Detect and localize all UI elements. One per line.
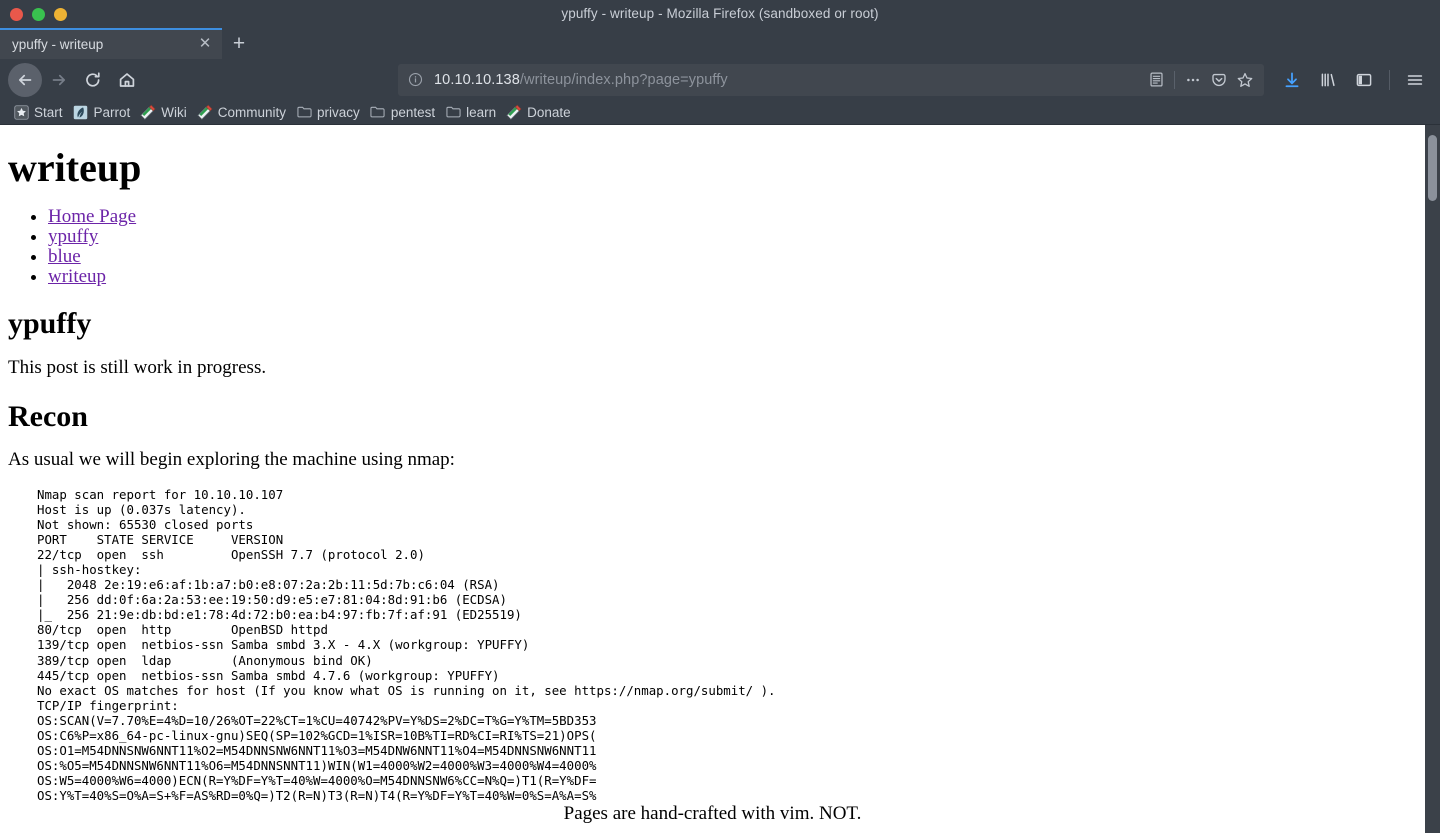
app-menu-button[interactable] bbox=[1398, 63, 1432, 97]
bookmark-parrot[interactable]: Parrot bbox=[70, 101, 138, 123]
reader-view-icon bbox=[1149, 72, 1163, 87]
window-titlebar: ypuffy - writeup - Mozilla Firefox (sand… bbox=[0, 0, 1440, 28]
bookmark-label: Wiki bbox=[161, 104, 187, 120]
browser-window: ypuffy - writeup - Mozilla Firefox (sand… bbox=[0, 0, 1440, 833]
section-heading-ypuffy: ypuffy bbox=[8, 307, 92, 340]
page-title: writeup bbox=[8, 145, 142, 190]
donate-icon bbox=[506, 104, 522, 120]
intro-paragraph: This post is still work in progress. bbox=[8, 356, 267, 378]
wiki-icon bbox=[140, 104, 156, 120]
bookmark-folder-privacy[interactable]: privacy bbox=[293, 101, 367, 123]
link-home-page[interactable]: Home Page bbox=[48, 206, 136, 227]
new-tab-button[interactable]: + bbox=[222, 28, 256, 59]
back-arrow-icon bbox=[18, 74, 32, 85]
back-button[interactable] bbox=[8, 62, 42, 97]
bookmark-star-button[interactable] bbox=[1232, 67, 1258, 93]
bookmark-community[interactable]: Community bbox=[194, 101, 293, 123]
star-icon bbox=[1237, 72, 1253, 87]
community-icon bbox=[197, 104, 213, 120]
toolbar-right-cluster bbox=[1275, 63, 1432, 97]
folder-icon bbox=[445, 104, 461, 120]
bookmark-wiki[interactable]: Wiki bbox=[137, 101, 194, 123]
hamburger-menu-icon bbox=[1407, 74, 1423, 85]
link-writeup[interactable]: writeup bbox=[48, 266, 106, 287]
link-blue[interactable]: blue bbox=[48, 246, 81, 267]
list-item: Home Page bbox=[48, 207, 1417, 226]
ellipsis-icon bbox=[1187, 78, 1199, 81]
bookmark-label: learn bbox=[466, 104, 497, 120]
parrot-icon bbox=[73, 104, 89, 120]
bookmark-label: Start bbox=[34, 104, 63, 120]
content-area: writeup Home Page ypuffy blue writeup yp… bbox=[0, 124, 1440, 833]
download-icon bbox=[1285, 72, 1299, 87]
urlbar-container: 10.10.10.138/writeup/index.php?page=ypuf… bbox=[154, 63, 1267, 97]
sidebar-icon bbox=[1356, 73, 1372, 86]
tab-strip: ypuffy - writeup ✕ + bbox=[0, 28, 1440, 59]
bookmark-donate[interactable]: Donate bbox=[503, 101, 578, 123]
star-bookmark-icon bbox=[13, 104, 29, 120]
page-footer: Pages are hand-crafted with vim. NOT. bbox=[563, 803, 862, 824]
bookmark-folder-pentest[interactable]: pentest bbox=[367, 101, 442, 123]
bookmark-folder-learn[interactable]: learn bbox=[442, 101, 503, 123]
tab-title: ypuffy - writeup bbox=[12, 37, 104, 52]
link-ypuffy[interactable]: ypuffy bbox=[48, 226, 98, 247]
section-heading-recon: Recon bbox=[8, 399, 88, 433]
vertical-scrollbar[interactable] bbox=[1425, 125, 1440, 833]
forward-arrow-icon bbox=[52, 74, 66, 85]
recon-paragraph: As usual we will begin exploring the mac… bbox=[8, 449, 455, 470]
library-icon bbox=[1321, 72, 1335, 86]
web-page: writeup Home Page ypuffy blue writeup yp… bbox=[0, 125, 1425, 833]
save-to-pocket-button[interactable] bbox=[1206, 67, 1232, 93]
bookmarks-toolbar: Start Parrot Wiki Community privacy pent… bbox=[0, 100, 1440, 124]
bookmark-label: Community bbox=[217, 104, 287, 120]
library-button[interactable] bbox=[1311, 63, 1345, 97]
reload-button[interactable] bbox=[76, 63, 110, 97]
info-circle-icon[interactable] bbox=[408, 72, 426, 87]
reader-view-button[interactable] bbox=[1143, 67, 1169, 93]
urlbar-divider bbox=[1174, 70, 1175, 89]
bookmark-label: pentest bbox=[390, 104, 436, 120]
reload-icon bbox=[86, 71, 100, 87]
url-host: 10.10.10.138 bbox=[434, 71, 520, 88]
url-path: /writeup/index.php?page=ypuffy bbox=[519, 71, 728, 88]
url-text[interactable]: 10.10.10.138/writeup/index.php?page=ypuf… bbox=[434, 72, 1143, 88]
window-title: ypuffy - writeup - Mozilla Firefox (sand… bbox=[561, 6, 879, 21]
identity-info-icon bbox=[408, 72, 423, 87]
downloads-button[interactable] bbox=[1275, 63, 1309, 97]
list-item: blue bbox=[48, 247, 1417, 266]
scrollbar-thumb[interactable] bbox=[1428, 135, 1437, 201]
pocket-icon bbox=[1212, 73, 1226, 86]
bookmark-label: privacy bbox=[317, 104, 360, 120]
toolbar-divider bbox=[1389, 69, 1390, 90]
home-button[interactable] bbox=[110, 63, 144, 97]
forward-button[interactable] bbox=[42, 63, 76, 97]
bookmark-label: Donate bbox=[527, 104, 571, 120]
tab-ypuffy-writeup[interactable]: ypuffy - writeup ✕ bbox=[0, 28, 222, 59]
list-item: writeup bbox=[48, 266, 1417, 287]
folder-icon bbox=[370, 104, 386, 120]
nmap-output-block: Nmap scan report for 10.10.10.107 Host i… bbox=[37, 487, 776, 803]
url-bar[interactable]: 10.10.10.138/writeup/index.php?page=ypuf… bbox=[398, 63, 1264, 96]
home-icon bbox=[119, 72, 135, 87]
close-tab-icon[interactable]: ✕ bbox=[196, 35, 214, 54]
page-nav-list: Home Page ypuffy blue writeup bbox=[8, 207, 1417, 286]
folder-icon bbox=[296, 104, 312, 120]
list-item: ypuffy bbox=[48, 227, 1417, 246]
navigation-toolbar: 10.10.10.138/writeup/index.php?page=ypuf… bbox=[0, 59, 1440, 100]
bookmark-start[interactable]: Start bbox=[10, 101, 70, 123]
page-actions-button[interactable] bbox=[1180, 67, 1206, 93]
bookmark-label: Parrot bbox=[93, 104, 131, 120]
sidebar-button[interactable] bbox=[1347, 63, 1381, 97]
